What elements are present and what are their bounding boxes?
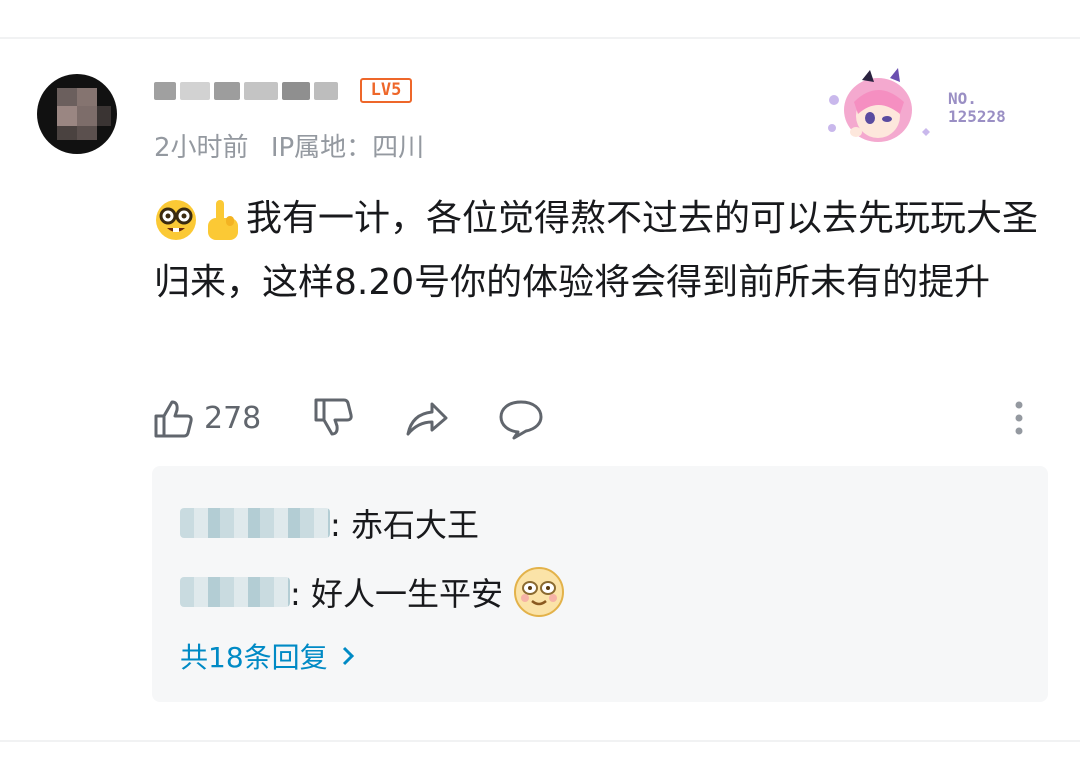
level-badge: LV5 <box>360 78 412 103</box>
reply-username-blurred[interactable] <box>180 508 330 538</box>
thumbs-up-icon <box>154 400 193 438</box>
view-all-replies-label: 共18条回复 <box>180 641 328 674</box>
reply-item[interactable]: : 好人一生平安 <box>180 566 565 618</box>
comment-content: 我有一计，各位觉得熬不过去的可以去先玩玩大圣归来，这样8.20号你的体验将会得到… <box>154 187 1054 315</box>
top-divider <box>0 37 1080 39</box>
reply-button[interactable] <box>498 396 544 440</box>
more-options-icon[interactable] <box>1014 400 1024 436</box>
reply-item[interactable]: : 赤石大王 <box>180 500 479 546</box>
share-icon <box>406 402 448 436</box>
like-count: 278 <box>204 400 262 436</box>
fan-number-value: 125228 <box>948 107 1006 126</box>
smiling-face-emoji-icon <box>513 567 564 617</box>
bottom-divider <box>0 740 1080 742</box>
comment-meta: 2小时前 IP属地：四川 <box>154 127 438 164</box>
comment-bubble-icon <box>499 400 543 440</box>
comment-text: 我有一计，各位觉得熬不过去的可以去先玩玩大圣归来，这样8.20号你的体验将会得到… <box>154 198 1039 303</box>
avatar[interactable] <box>37 74 117 154</box>
replies-preview[interactable]: : 赤石大王 : 好人一生平安 共18条回复 <box>152 466 1048 702</box>
chevron-right-icon <box>342 646 354 666</box>
share-button[interactable] <box>404 396 448 440</box>
like-button[interactable]: 278 <box>152 396 261 440</box>
thumbs-down-icon <box>314 398 353 436</box>
nerd-face-icon <box>156 200 196 240</box>
reply-text: : 好人一生平安 <box>290 575 503 613</box>
fan-number-label: NO. <box>948 89 977 108</box>
view-all-replies-link[interactable]: 共18条回复 <box>180 636 360 676</box>
action-bar: 278 <box>152 396 1042 444</box>
reply-text: : 赤石大王 <box>330 506 479 544</box>
fan-number: NO. 125228 <box>948 90 1006 126</box>
fan-decoration-character-icon[interactable] <box>826 62 936 146</box>
pointing-up-icon <box>208 200 238 240</box>
ip-location: IP属地：四川 <box>270 133 425 163</box>
username-blurred[interactable] <box>154 78 344 104</box>
reply-username-blurred[interactable] <box>180 577 290 607</box>
comment-time: 2小时前 <box>154 133 249 163</box>
dislike-button[interactable] <box>312 396 354 440</box>
